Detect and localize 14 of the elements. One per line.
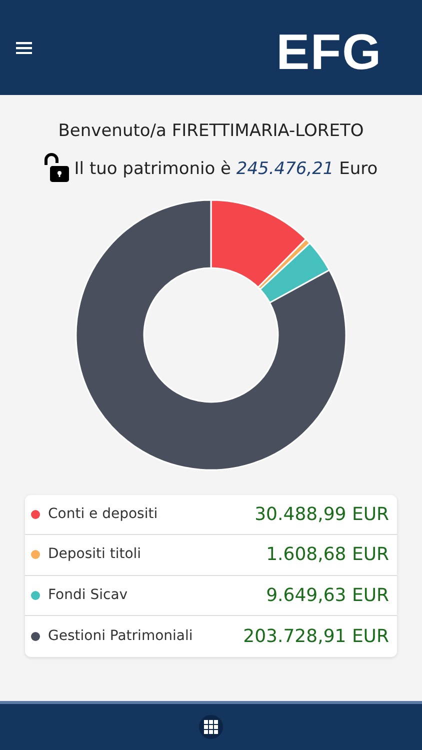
apps-grid-icon[interactable] <box>199 715 223 739</box>
asset-label: Gestioni Patrimoniali <box>48 626 193 646</box>
asset-label: Conti e depositi <box>48 504 158 524</box>
asset-value: 203.728,91 EUR <box>243 624 389 649</box>
asset-label: Depositi titoli <box>48 545 142 564</box>
user-name: FIRETTIMARIA-LORETO <box>172 121 364 141</box>
asset-label: Fondi Sicav <box>48 586 128 605</box>
asset-value: 1.608,68 EUR <box>266 543 389 568</box>
patrimonio-text: Il tuo patrimonio è 245.476,21 Euro <box>74 158 378 181</box>
asset-value: 9.649,63 EUR <box>266 584 389 608</box>
asset-value: 30.488,99 EUR <box>254 502 389 527</box>
welcome-text: Benvenuto/a <box>58 121 166 141</box>
menu-icon[interactable] <box>16 42 32 54</box>
logo: EFG <box>276 26 382 76</box>
